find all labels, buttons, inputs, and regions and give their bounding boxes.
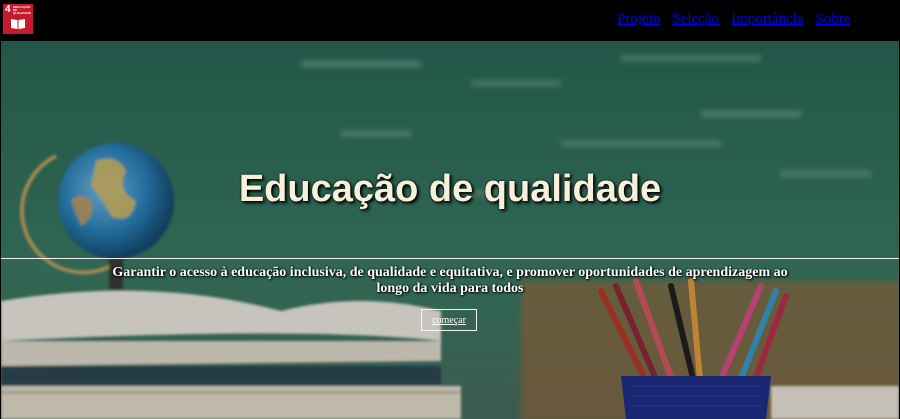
main-nav: Projeto Seleção Importância Sobre (617, 11, 850, 28)
logo-text: EDUCAÇÃO DE QUALIDADE (13, 5, 31, 15)
nav-link-selecao[interactable]: Seleção (672, 11, 719, 28)
start-button[interactable]: começar (421, 309, 477, 331)
top-navbar: 4 EDUCAÇÃO DE QUALIDADE Projeto Seleção … (0, 0, 900, 40)
hero-subtitle: Garantir o acesso à educação inclusiva, … (112, 265, 788, 296)
nav-link-importancia[interactable]: Importância (731, 11, 803, 28)
hero-background-image (1, 41, 899, 419)
hero-title: Educação de qualidade (238, 168, 662, 210)
logo-number: 4 (5, 4, 11, 15)
nav-link-sobre[interactable]: Sobre (815, 11, 850, 28)
hero-divider (1, 258, 899, 259)
nav-link-projeto[interactable]: Projeto (617, 11, 660, 28)
hero-section: Educação de qualidade Garantir o acesso … (1, 41, 899, 419)
book-icon (11, 19, 25, 29)
sdg4-logo[interactable]: 4 EDUCAÇÃO DE QUALIDADE (3, 4, 33, 34)
